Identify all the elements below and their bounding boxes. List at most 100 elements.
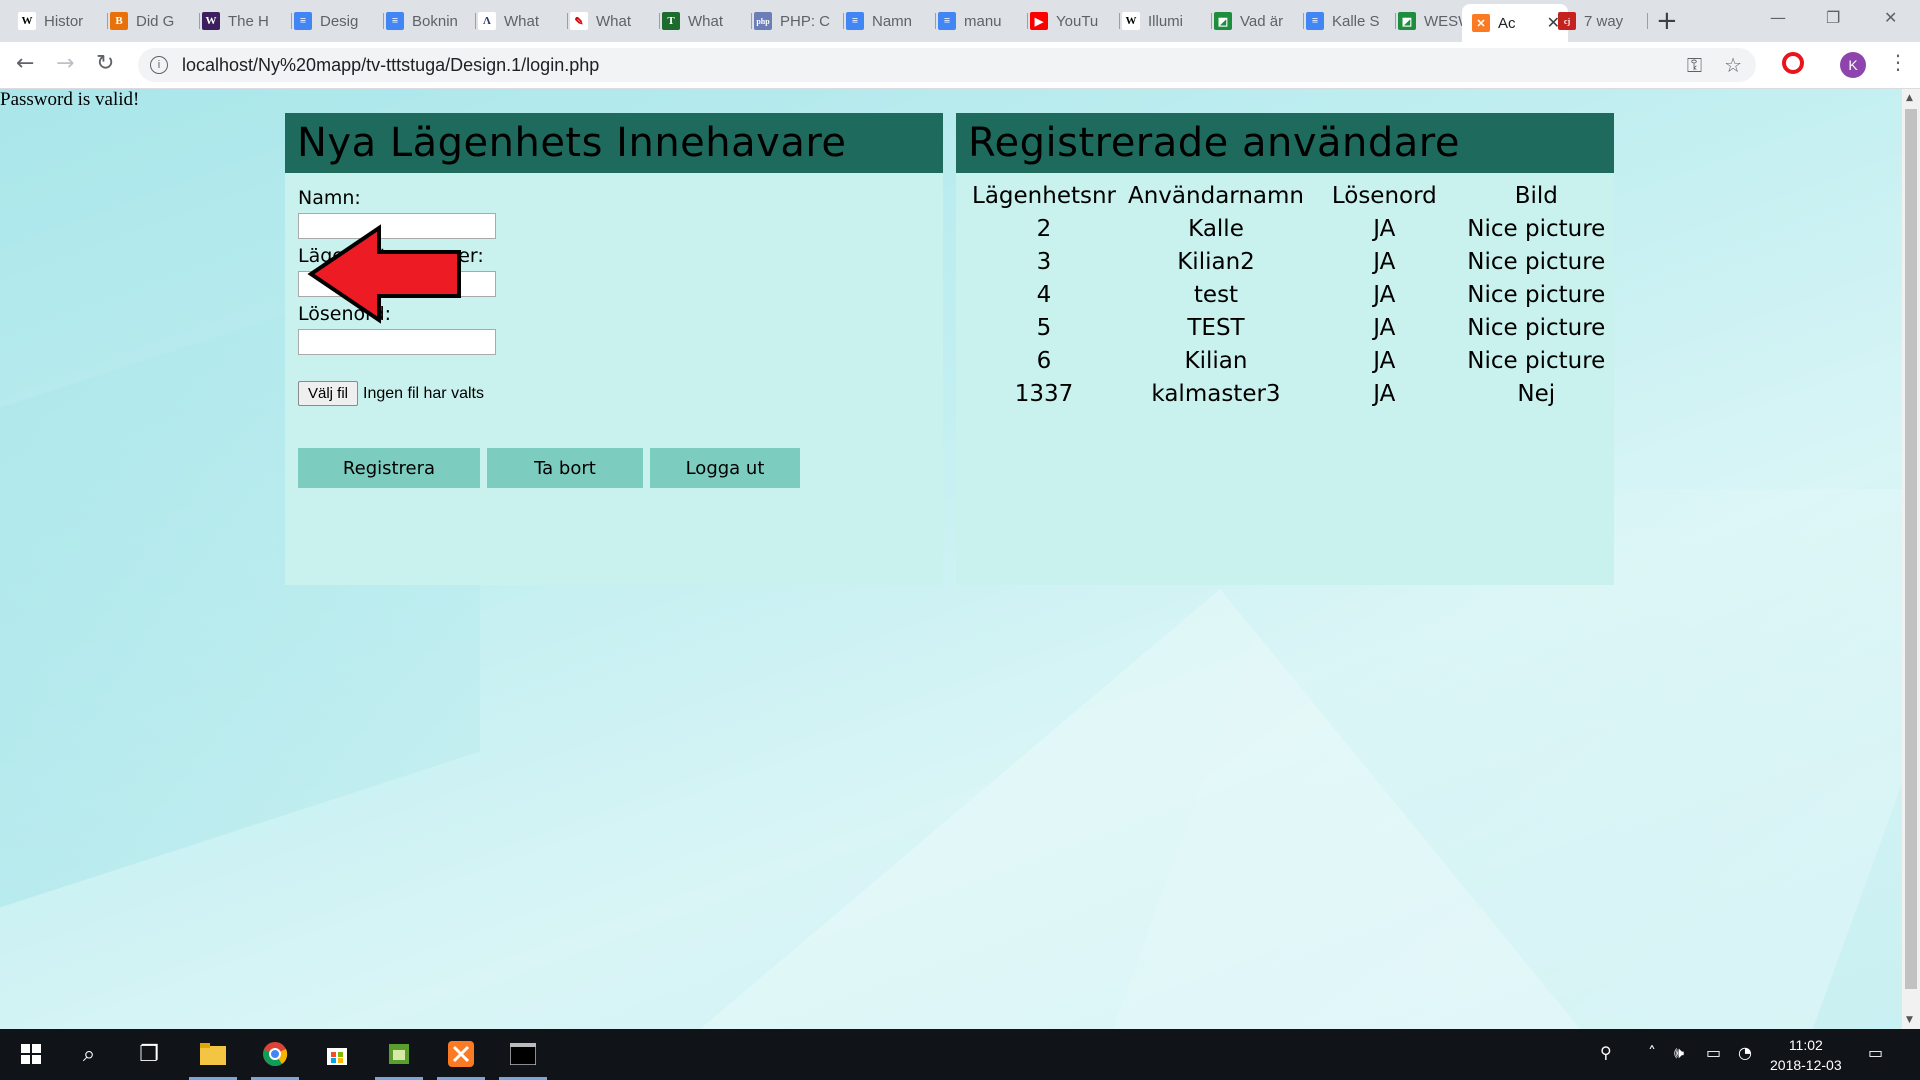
browser-tab[interactable]: php PHP: C (754, 6, 844, 36)
browser-tab[interactable]: W Illumi (1122, 6, 1212, 36)
xampp-icon[interactable] (446, 1039, 476, 1069)
editor-app-icon[interactable] (384, 1039, 414, 1069)
minimize-icon[interactable]: — (1770, 8, 1786, 27)
browser-tab[interactable]: ▶ YouTu (1030, 6, 1120, 36)
tab-separator (1303, 13, 1304, 29)
table-cell: JA (1373, 347, 1396, 374)
forward-icon[interactable]: → (56, 51, 74, 76)
panel-title: Registrerade användare (968, 120, 1460, 166)
table-row: 4 test JA Nice picture (966, 278, 1614, 311)
password-input[interactable] (298, 329, 496, 355)
windows-taskbar: ⌕ ❐ ⚲ ˄ 🕪 ▭ ◔ 11:02 2018-12-03 ▭ (0, 1029, 1920, 1080)
tab-separator (843, 13, 844, 29)
table-cell: 5 (1036, 314, 1052, 341)
system-clock[interactable]: 11:02 2018-12-03 (1770, 1035, 1842, 1075)
browser-tab[interactable]: W Histor (18, 6, 108, 36)
table-cell: TEST (1187, 314, 1245, 341)
name-label: Namn: (298, 187, 361, 209)
site-info-icon[interactable]: i (150, 56, 168, 74)
vertical-scrollbar[interactable]: ▲ ▼ (1902, 89, 1920, 1029)
browser-tab[interactable]: B Did G (110, 6, 200, 36)
file-explorer-icon[interactable] (198, 1039, 228, 1069)
opera-extension-icon[interactable] (1782, 52, 1804, 74)
browser-tab[interactable]: ≡ manu (938, 6, 1028, 36)
scrollbar-thumb[interactable] (1905, 109, 1917, 989)
tray-chevron-icon[interactable]: ˄ (1648, 1043, 1656, 1062)
xampp-icon: ✕ (1472, 14, 1490, 32)
browser-menu-icon[interactable]: ⋮ (1888, 50, 1908, 74)
volume-icon[interactable]: 🕪 (1674, 1043, 1684, 1063)
table-row: 6 Kilian JA Nice picture (966, 344, 1614, 377)
tab-label: Namn (872, 12, 913, 30)
tab-bar: W Histor B Did G W The H ≡ Desig ≡ Boknin Λ What ✎ Wh… (0, 0, 1920, 42)
tab-separator (107, 13, 108, 29)
logout-button[interactable]: Logga ut (650, 448, 800, 488)
table-cell: Nej (1517, 380, 1556, 407)
terminal-icon[interactable] (508, 1039, 538, 1069)
red-icon: ✎ (570, 12, 588, 30)
table-cell: Nice picture (1467, 215, 1606, 242)
battery-icon[interactable]: ▭ (1706, 1043, 1721, 1062)
people-icon[interactable]: ⚲ (1600, 1043, 1612, 1062)
wikipedia-icon: W (1122, 12, 1140, 30)
table-cell: JA (1373, 281, 1396, 308)
column-header: Användarnamn (1128, 182, 1304, 209)
tab-separator (935, 13, 936, 29)
table-cell: JA (1373, 380, 1396, 407)
tab-label: What (688, 12, 724, 30)
tab-label: What (596, 12, 632, 30)
browser-tab[interactable]: ✎ What (570, 6, 660, 36)
php-icon: php (754, 12, 772, 30)
tab-separator (1027, 13, 1028, 29)
address-bar[interactable]: i localhost/Ny%20mapp/tv-tttstuga/Design… (138, 48, 1756, 82)
browser-tab[interactable]: W The H (202, 6, 292, 36)
table-header-row: Lägenhetsnr Användarnamn Lösenord Bild (966, 179, 1614, 212)
cj-icon: cj (1558, 12, 1576, 30)
close-window-icon[interactable]: ✕ (1884, 8, 1897, 27)
tab-active[interactable]: ✕ Ac ✕ (1462, 4, 1568, 42)
bookmark-star-icon[interactable]: ☆ (1724, 53, 1742, 77)
back-icon[interactable]: ← (16, 51, 34, 76)
key-icon[interactable]: ⚿ (1687, 53, 1702, 77)
store-icon[interactable] (322, 1039, 352, 1069)
table-row: 5 TEST JA Nice picture (966, 311, 1614, 344)
browser-tab[interactable]: T What (662, 6, 752, 36)
reload-icon[interactable]: ↻ (96, 51, 114, 76)
docs-icon: ≡ (938, 12, 956, 30)
w-icon: W (202, 12, 220, 30)
table-cell: 3 (1036, 248, 1052, 275)
profile-avatar[interactable]: K (1840, 52, 1866, 78)
tab-separator (1119, 13, 1120, 29)
column-header: Bild (1514, 182, 1558, 209)
search-icon[interactable]: ⌕ (74, 1039, 104, 1069)
scroll-up-icon[interactable]: ▲ (1906, 93, 1913, 103)
browser-tab[interactable]: ≡ Namn (846, 6, 936, 36)
table-cell: Nice picture (1467, 314, 1606, 341)
wikipedia-icon: W (18, 12, 36, 30)
browser-toolbar: ← → ↻ i localhost/Ny%20mapp/tv-tttstuga/… (0, 42, 1920, 89)
register-button[interactable]: Registrera (298, 448, 480, 488)
blogger-icon: B (110, 12, 128, 30)
browser-tab[interactable]: ≡ Desig (294, 6, 384, 36)
browser-tab[interactable]: ◩ Vad är (1214, 6, 1304, 36)
task-view-icon[interactable]: ❐ (134, 1039, 164, 1069)
windows-start-icon[interactable] (16, 1039, 46, 1069)
browser-tab[interactable]: ≡ Kalle S (1306, 6, 1396, 36)
notifications-icon[interactable]: ▭ (1868, 1043, 1883, 1062)
tab-separator (567, 13, 568, 29)
browser-tab[interactable]: cj 7 way (1558, 6, 1648, 36)
wifi-icon[interactable]: ◔ (1738, 1043, 1752, 1062)
tab-label: Illumi (1148, 12, 1184, 30)
scroll-down-icon[interactable]: ▼ (1906, 1015, 1913, 1025)
restore-icon[interactable]: ❐ (1826, 8, 1840, 27)
new-tab-button[interactable]: + (1656, 8, 1678, 34)
browser-tab[interactable]: ≡ Boknin (386, 6, 476, 36)
url-text[interactable]: localhost/Ny%20mapp/tv-tttstuga/Design.1… (182, 55, 599, 76)
table-cell: Nice picture (1467, 281, 1606, 308)
choose-file-button[interactable]: Välj fil (298, 381, 359, 406)
delete-button[interactable]: Ta bort (487, 448, 643, 488)
tab-separator (659, 13, 660, 29)
browser-tab[interactable]: Λ What (478, 6, 568, 36)
chrome-icon[interactable] (260, 1039, 290, 1069)
table-row: 2 Kalle JA Nice picture (966, 212, 1614, 245)
